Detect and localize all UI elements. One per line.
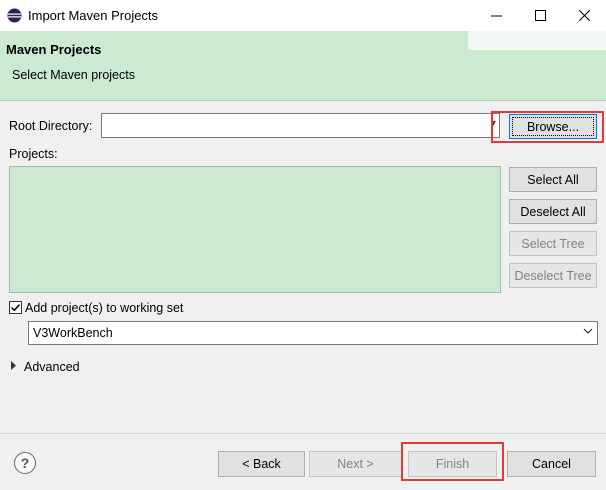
chevron-right-icon[interactable]	[10, 361, 17, 372]
chevron-down-icon[interactable]	[583, 327, 593, 338]
working-set-checkbox[interactable]	[9, 301, 22, 314]
next-button[interactable]: Next >	[309, 451, 402, 477]
advanced-toggle[interactable]: Advanced	[24, 360, 80, 374]
highlight-browse	[491, 111, 604, 143]
working-set-label[interactable]: Add project(s) to working set	[25, 301, 183, 315]
deselect-all-button[interactable]: Deselect All	[509, 199, 597, 224]
close-icon[interactable]	[562, 0, 606, 31]
eclipse-icon	[7, 8, 22, 23]
working-set-combo[interactable]: V3WorkBench	[28, 321, 598, 345]
page-title: Maven Projects	[6, 42, 102, 57]
root-directory-label: Root Directory:	[9, 119, 93, 133]
highlight-finish	[401, 442, 504, 481]
working-set-value: V3WorkBench	[33, 326, 113, 340]
projects-tree[interactable]	[9, 166, 501, 293]
maximize-icon[interactable]	[518, 0, 562, 31]
deselect-tree-button[interactable]: Deselect Tree	[509, 263, 597, 288]
footer-divider	[0, 433, 606, 434]
root-directory-combo[interactable]: ▾	[101, 113, 500, 138]
minimize-icon[interactable]	[474, 0, 518, 31]
select-tree-button[interactable]: Select Tree	[509, 231, 597, 256]
projects-label: Projects:	[9, 147, 58, 161]
help-icon[interactable]: ?	[14, 452, 36, 474]
banner-image	[468, 31, 606, 50]
window-title: Import Maven Projects	[28, 8, 159, 23]
cancel-button[interactable]: Cancel	[507, 451, 596, 477]
page-subtitle: Select Maven projects	[12, 68, 135, 82]
select-all-button[interactable]: Select All	[509, 167, 597, 192]
back-button[interactable]: < Back	[218, 451, 305, 477]
checkmark-icon	[10, 303, 21, 312]
